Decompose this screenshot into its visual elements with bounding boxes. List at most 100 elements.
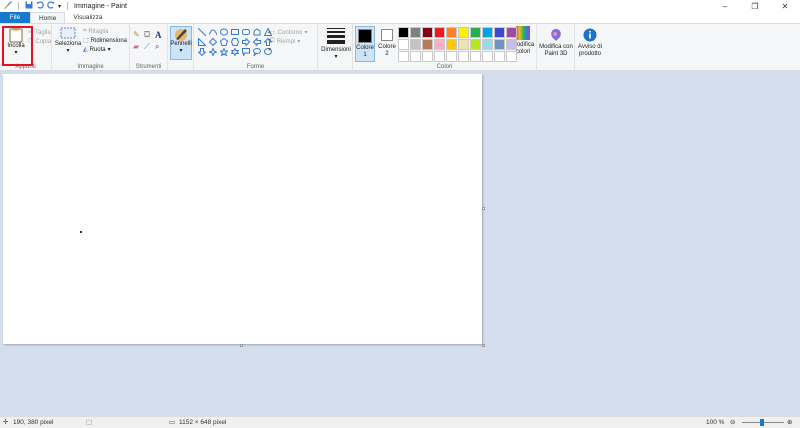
hexagon-shape-icon[interactable] — [230, 37, 240, 46]
ribbon-tabs: File Home Visualizza — [0, 12, 800, 23]
arrow-down-shape-icon[interactable] — [197, 47, 207, 56]
color-swatch[interactable] — [494, 39, 505, 50]
color2-button[interactable]: Colore 2 — [377, 26, 397, 62]
rectangle-shape-icon[interactable] — [230, 27, 240, 36]
color-swatch[interactable] — [470, 27, 481, 38]
outline-button[interactable]: ▭ Contorno ▾ — [270, 28, 307, 37]
custom-color-swatch[interactable] — [398, 51, 409, 62]
fill-icon[interactable]: ⛋ — [144, 30, 155, 42]
arrow-right-shape-icon[interactable] — [241, 37, 251, 46]
canvas-size-icon: ▭ — [169, 419, 176, 426]
rotate-button[interactable]: ◭ Ruota ▾ — [83, 45, 127, 54]
color1-button[interactable]: Colore 1 — [355, 26, 375, 62]
color-swatch[interactable] — [422, 39, 433, 50]
polygon-shape-icon[interactable] — [252, 27, 262, 36]
color-swatch[interactable] — [506, 39, 517, 50]
tab-home[interactable]: Home — [30, 12, 66, 23]
minimize-icon[interactable]: – — [710, 0, 740, 12]
color-swatch[interactable] — [458, 39, 469, 50]
feedback-button[interactable]: Avviso di prodotto — [576, 28, 604, 58]
resize-handle-right[interactable] — [482, 207, 485, 210]
magnifier-icon[interactable]: ⌕ — [155, 42, 166, 54]
select-button[interactable]: Seleziona ▾ — [55, 27, 81, 55]
chevron-down-icon[interactable]: ▾ — [58, 3, 61, 10]
custom-color-swatch[interactable] — [434, 51, 445, 62]
chevron-down-icon: ▾ — [304, 30, 308, 36]
arrow-left-shape-icon[interactable] — [252, 37, 262, 46]
custom-color-swatch[interactable] — [446, 51, 457, 62]
custom-color-swatch[interactable] — [470, 51, 481, 62]
color-swatch[interactable] — [410, 27, 421, 38]
color-swatch[interactable] — [434, 27, 445, 38]
image-group-label: Immagine — [77, 64, 104, 70]
crop-button[interactable]: ⌗ Ritaglia — [83, 27, 127, 36]
rounded-rect-shape-icon[interactable] — [241, 27, 251, 36]
maximize-icon[interactable]: ❐ — [740, 0, 770, 12]
paste-highlight-box — [2, 26, 33, 66]
curve-shape-icon[interactable] — [208, 27, 218, 36]
color-swatch[interactable] — [482, 39, 493, 50]
paint3d-button[interactable]: Modifica con Paint 3D — [539, 28, 573, 58]
right-triangle-shape-icon[interactable] — [197, 37, 207, 46]
custom-color-swatch[interactable] — [506, 51, 517, 62]
callout-oval-shape-icon[interactable] — [252, 47, 262, 56]
redo-icon[interactable] — [47, 1, 55, 11]
color-swatch[interactable] — [410, 39, 421, 50]
eraser-icon[interactable]: ▰ — [133, 42, 144, 54]
drawing-canvas[interactable] — [3, 74, 485, 347]
star6-shape-icon[interactable] — [230, 47, 240, 56]
color-swatch[interactable] — [434, 39, 445, 50]
resize-handle-corner[interactable] — [482, 344, 485, 347]
color-swatch[interactable] — [446, 27, 457, 38]
shapes-gallery-scroll[interactable]: ▴ ▾ ▾ — [268, 28, 271, 55]
oval-shape-icon[interactable] — [219, 27, 229, 36]
size-button[interactable]: Dimensioni ▾ — [321, 28, 351, 61]
fill-shape-button[interactable]: ⛋ Riempi ▾ — [270, 37, 307, 46]
zoom-in-button[interactable]: ⊕ — [787, 418, 792, 426]
custom-color-swatch[interactable] — [494, 51, 505, 62]
save-icon[interactable] — [25, 1, 33, 11]
callout-rect-shape-icon[interactable] — [241, 47, 251, 56]
color-swatch[interactable] — [494, 27, 505, 38]
color-swatch[interactable] — [398, 27, 409, 38]
pentagon-shape-icon[interactable] — [219, 37, 229, 46]
title-bar: ▾ Immagine - Paint – ❐ ✕ — [0, 0, 800, 12]
color-swatch[interactable] — [470, 39, 481, 50]
resize-button[interactable]: ⬚ Ridimensiona — [83, 36, 127, 45]
color-swatch[interactable] — [482, 27, 493, 38]
brushes-button[interactable]: Pennelli ▾ — [170, 26, 192, 60]
color-picker-icon[interactable]: ⟋ — [144, 42, 155, 54]
tab-view[interactable]: Visualizza — [65, 12, 110, 23]
star5-shape-icon[interactable] — [219, 47, 229, 56]
color-swatch[interactable] — [506, 27, 517, 38]
crop-label: Ritaglia — [88, 28, 109, 35]
size-group: Dimensioni ▾ — [318, 24, 353, 71]
star4-shape-icon[interactable] — [208, 47, 218, 56]
crop-icon: ⌗ — [83, 28, 87, 34]
info-icon — [583, 28, 597, 42]
text-icon[interactable]: A — [155, 30, 166, 42]
color-swatch[interactable] — [398, 39, 409, 50]
paint-app-icon — [3, 0, 12, 12]
line-shape-icon[interactable] — [197, 27, 207, 36]
chevron-down-icon: ▾ — [66, 48, 70, 54]
custom-color-swatch[interactable] — [458, 51, 469, 62]
resize-label: Ridimensiona — [90, 37, 128, 44]
custom-color-swatch[interactable] — [482, 51, 493, 62]
zoom-out-button[interactable]: ⊖ — [730, 418, 735, 426]
feedback-group: Avviso di prodotto — [575, 24, 605, 71]
resize-handle-bottom[interactable] — [240, 344, 243, 347]
color-swatch[interactable] — [422, 27, 433, 38]
custom-color-swatch[interactable] — [422, 51, 433, 62]
color-swatch[interactable] — [458, 27, 469, 38]
color-swatch[interactable] — [446, 39, 457, 50]
zoom-slider-thumb[interactable] — [760, 419, 764, 426]
paint3d-label: Modifica con Paint 3D — [539, 44, 573, 57]
diamond-shape-icon[interactable] — [208, 37, 218, 46]
custom-color-swatch[interactable] — [410, 51, 421, 62]
tab-file[interactable]: File — [0, 12, 30, 23]
undo-icon[interactable] — [36, 1, 44, 11]
feedback-label: Avviso di prodotto — [578, 44, 602, 57]
pencil-icon[interactable]: ✎ — [133, 30, 144, 42]
close-icon[interactable]: ✕ — [770, 0, 800, 12]
